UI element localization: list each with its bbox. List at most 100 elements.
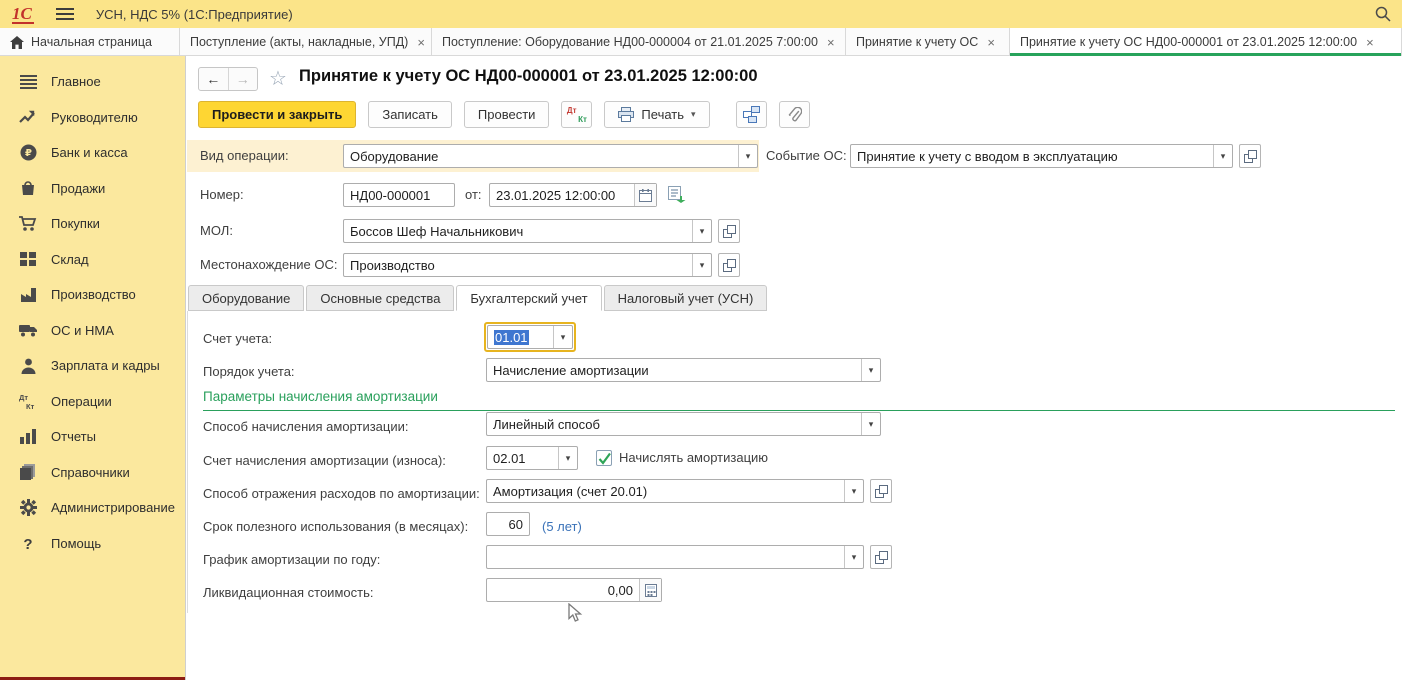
- sidebar-item-administrirovanie[interactable]: Администрирование: [0, 490, 185, 526]
- method-combobox[interactable]: Линейный способ ▾: [486, 412, 881, 436]
- chevron-down-icon[interactable]: ▾: [558, 447, 577, 469]
- number-input[interactable]: НД00-000001: [343, 183, 455, 207]
- fill-document-button[interactable]: [667, 185, 687, 210]
- post-button[interactable]: Провести: [464, 101, 550, 128]
- structure-icon: [743, 106, 760, 123]
- close-icon[interactable]: ×: [1366, 35, 1374, 50]
- search-icon[interactable]: [1374, 5, 1392, 23]
- structure-report-button[interactable]: [736, 101, 767, 128]
- os-event-label: Событие ОС:: [766, 144, 847, 168]
- expense-method-combobox[interactable]: Амортизация (счет 20.01) ▾: [486, 479, 864, 503]
- sidebar-item-label: Отчеты: [51, 429, 96, 444]
- sidebar-item-label: Руководителю: [51, 110, 138, 125]
- sidebar-item-zarplata-i-kadry[interactable]: Зарплата и кадры: [0, 348, 185, 384]
- schedule-open-button[interactable]: [870, 545, 892, 569]
- schedule-combobox[interactable]: ▾: [486, 545, 864, 569]
- print-button[interactable]: Печать ▾: [604, 101, 709, 128]
- printer-icon: [618, 107, 634, 122]
- chevron-down-icon[interactable]: ▾: [844, 546, 863, 568]
- sidebar-item-prodazhi[interactable]: Продажи: [0, 171, 185, 207]
- main-menu-icon[interactable]: [56, 8, 74, 20]
- depreciation-account-label: Счет начисления амортизации (износа):: [203, 449, 446, 473]
- calendar-icon[interactable]: [634, 184, 656, 206]
- chevron-down-icon[interactable]: ▾: [553, 326, 572, 348]
- sidebar-item-otchety[interactable]: Отчеты: [0, 419, 185, 455]
- chevron-down-icon[interactable]: ▾: [1213, 145, 1232, 167]
- chevron-down-icon[interactable]: ▾: [692, 220, 711, 242]
- account-combobox[interactable]: 01.01 ▾: [487, 325, 573, 349]
- close-icon[interactable]: ×: [827, 35, 835, 50]
- sidebar-item-label: Продажи: [51, 181, 105, 196]
- tab-postuplenie-list[interactable]: Поступление (акты, накладные, УПД) ×: [180, 28, 432, 56]
- tab-oborudovanie[interactable]: Оборудование: [188, 285, 304, 311]
- location-open-button[interactable]: [718, 253, 740, 277]
- sidebar-item-pomosch[interactable]: ? Помощь: [0, 526, 185, 562]
- post-and-close-button[interactable]: Провести и закрыть: [198, 101, 356, 128]
- sidebar-item-rukovoditelyu[interactable]: Руководителю: [0, 100, 185, 136]
- chevron-down-icon[interactable]: ▾: [861, 359, 880, 381]
- shopping-bag-icon: [18, 179, 38, 197]
- paperclip-icon: [787, 107, 802, 123]
- os-event-combobox[interactable]: Принятие к учету с вводом в эксплуатацию…: [850, 144, 1233, 168]
- tab-prinyatie-doc-active[interactable]: Принятие к учету ОС НД00-000001 от 23.01…: [1010, 28, 1402, 56]
- schedule-value: [487, 546, 844, 568]
- tab-label: Принятие к учету ОС: [856, 35, 978, 49]
- operation-type-combobox[interactable]: Оборудование ▾: [343, 144, 758, 168]
- question-mark-icon: ?: [18, 534, 38, 552]
- bar-chart-icon: [18, 428, 38, 446]
- mol-label: МОЛ:: [200, 219, 233, 243]
- mol-combobox[interactable]: Боссов Шеф Начальникович ▾: [343, 219, 712, 243]
- close-icon[interactable]: ×: [417, 35, 425, 50]
- sidebar-item-proizvodstvo[interactable]: Производство: [0, 277, 185, 313]
- sidebar-item-label: Банк и касса: [51, 145, 128, 160]
- open-object-icon: [875, 485, 888, 498]
- useful-life-label: Срок полезного использования (в месяцах)…: [203, 515, 468, 539]
- document-tab-strip: Оборудование Основные средства Бухгалтер…: [188, 285, 769, 311]
- attachments-button[interactable]: [779, 101, 810, 128]
- date-input[interactable]: 23.01.2025 12:00:00: [489, 183, 657, 207]
- home-icon: [10, 36, 24, 49]
- sidebar-item-label: Зарплата и кадры: [51, 358, 160, 373]
- mol-open-button[interactable]: [718, 219, 740, 243]
- back-button[interactable]: ←: [199, 68, 228, 90]
- sidebar-item-os-i-nma[interactable]: ОС и НМА: [0, 313, 185, 349]
- accrue-depreciation-checkbox[interactable]: [596, 450, 612, 466]
- os-event-open-button[interactable]: [1239, 144, 1261, 168]
- calculator-icon[interactable]: [639, 579, 661, 601]
- chevron-down-icon[interactable]: ▾: [861, 413, 880, 435]
- liquidation-value: 0,00: [487, 579, 639, 601]
- ruble-coin-icon: ₽: [18, 144, 38, 162]
- sidebar-item-sklad[interactable]: Склад: [0, 242, 185, 278]
- shopping-cart-icon: [18, 215, 38, 233]
- sidebar-item-pokupki[interactable]: Покупки: [0, 206, 185, 242]
- chevron-down-icon: ▾: [691, 109, 696, 120]
- favorite-star-icon[interactable]: ☆: [269, 66, 287, 92]
- chevron-down-icon[interactable]: ▾: [692, 254, 711, 276]
- tab-nalogovyy-uchet[interactable]: Налоговый учет (УСН): [604, 285, 768, 311]
- tab-prinyatie-list[interactable]: Принятие к учету ОС ×: [846, 28, 1010, 56]
- sidebar-item-spravochniki[interactable]: Справочники: [0, 455, 185, 491]
- save-button[interactable]: Записать: [368, 101, 452, 128]
- chevron-down-icon[interactable]: ▾: [844, 480, 863, 502]
- location-combobox[interactable]: Производство ▾: [343, 253, 712, 277]
- depreciation-account-combobox[interactable]: 02.01 ▾: [486, 446, 578, 470]
- tab-buhgalterskiy-uchet[interactable]: Бухгалтерский учет: [456, 285, 601, 311]
- sidebar-item-operacii[interactable]: ДтКт Операции: [0, 384, 185, 420]
- tab-osnovnye-sredstva[interactable]: Основные средства: [306, 285, 454, 311]
- close-icon[interactable]: ×: [987, 35, 995, 50]
- expense-method-open-button[interactable]: [870, 479, 892, 503]
- useful-life-input[interactable]: 60: [486, 512, 530, 536]
- 1c-logo: 1С: [12, 5, 34, 24]
- sidebar-item-bank-i-kassa[interactable]: ₽ Банк и касса: [0, 135, 185, 171]
- liquidation-value-input[interactable]: 0,00: [486, 578, 662, 602]
- tab-home-label: Начальная страница: [31, 35, 152, 49]
- app-title: УСН, НДС 5% (1С:Предприятие): [96, 7, 293, 22]
- tab-postuplenie-doc[interactable]: Поступление: Оборудование НД00-000004 от…: [432, 28, 846, 56]
- sidebar-item-glavnoe[interactable]: Главное: [0, 64, 185, 100]
- dt-kt-postings-button[interactable]: Дт Кт: [561, 101, 592, 128]
- accrue-depreciation-label[interactable]: Начислять амортизацию: [619, 446, 768, 470]
- order-combobox[interactable]: Начисление амортизации ▾: [486, 358, 881, 382]
- chevron-down-icon[interactable]: ▾: [738, 145, 757, 167]
- forward-button[interactable]: →: [228, 68, 258, 90]
- tab-home[interactable]: Начальная страница: [0, 28, 180, 56]
